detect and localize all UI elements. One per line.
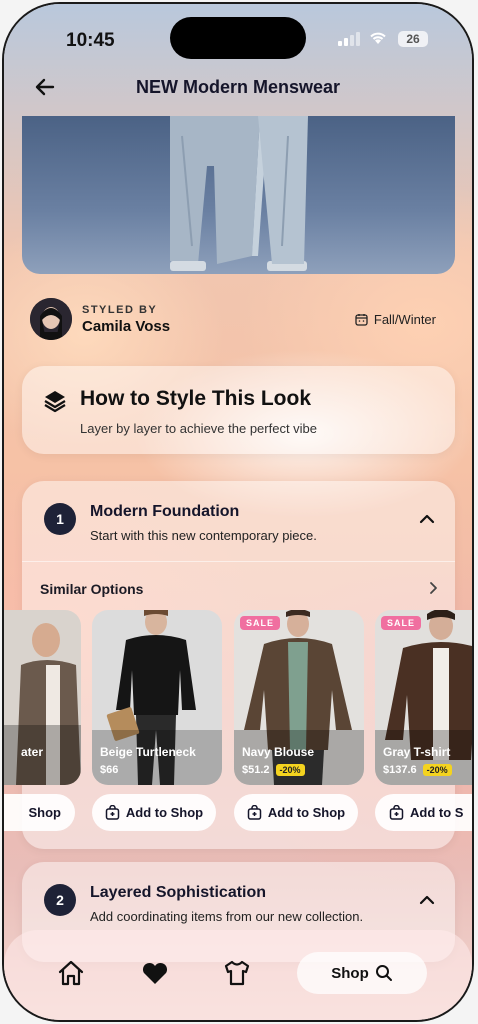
- calendar-icon: [355, 314, 368, 326]
- discount-badge: -20%: [275, 764, 305, 776]
- product-price: $51.2 -20%: [242, 764, 305, 776]
- bag-plus-icon: [105, 805, 120, 820]
- product-price: $66: [100, 764, 119, 776]
- product-card[interactable]: Beige Turtleneck $66: [92, 610, 222, 785]
- nav-header: NEW Modern Menswear: [4, 64, 472, 116]
- search-icon: [375, 965, 392, 981]
- add-to-shop-button[interactable]: Add to Shop: [234, 794, 358, 831]
- chevron-right-icon[interactable]: [425, 580, 441, 596]
- phone-screen: 10:45 26 NEW Modern Menswear STYLED BY C…: [4, 4, 472, 1020]
- discount-badge: -20%: [422, 764, 452, 776]
- similar-options-label: Similar Options: [40, 581, 144, 597]
- status-time: 10:45: [66, 30, 115, 51]
- shop-label: Shop: [331, 964, 369, 982]
- product-card[interactable]: ater: [4, 610, 81, 785]
- battery-icon: 26: [398, 31, 428, 47]
- divider: [22, 561, 455, 562]
- signal-icon: [338, 32, 360, 46]
- chevron-up-icon[interactable]: [417, 509, 437, 529]
- add-to-shop-label: Add to Shop: [125, 805, 204, 820]
- avatar[interactable]: [30, 298, 72, 340]
- price-value: $137.6: [383, 763, 417, 776]
- add-to-shop-label: Add to Shop: [267, 805, 346, 820]
- style-guide-subtitle: Layer by layer to achieve the perfect vi…: [80, 421, 318, 436]
- season-label: Fall/Winter: [373, 312, 436, 327]
- step-title: Modern Foundation: [90, 503, 240, 520]
- step-title: Layered Sophistication: [90, 884, 267, 901]
- style-guide-card: How to Style This Look Layer by layer to…: [22, 366, 455, 454]
- add-to-shop-button[interactable]: Add to Shop: [92, 794, 216, 831]
- product-name: ater: [21, 745, 44, 759]
- page-title: NEW Modern Menswear: [135, 77, 341, 97]
- stylist-row: STYLED BY Camila Voss Fall/Winter: [30, 296, 450, 346]
- tshirt-icon[interactable]: [222, 958, 252, 988]
- product-name: Navy Blouse: [242, 745, 315, 759]
- product-card[interactable]: SALE Navy Blouse $51.2 -20%: [234, 610, 364, 785]
- season-tag: Fall/Winter: [355, 312, 436, 327]
- status-bar: 10:45 26: [4, 4, 472, 64]
- step-subtitle: Add coordinating items from our new coll…: [90, 909, 364, 924]
- jeans-image: [170, 116, 308, 271]
- bottom-tab-bar: Shop: [4, 930, 472, 1020]
- bag-plus-icon: [389, 805, 404, 820]
- product-card[interactable]: SALE Gray T-shirt $137.6 -20%: [375, 610, 472, 785]
- add-to-shop-label: Add to S: [410, 805, 464, 820]
- bag-plus-icon: [247, 805, 262, 820]
- sale-badge: SALE: [381, 616, 422, 630]
- dynamic-island: [170, 17, 306, 59]
- add-to-shop-button[interactable]: Shop: [4, 794, 75, 831]
- stylist-name[interactable]: Camila Voss: [82, 318, 170, 335]
- price-value: $51.2: [242, 763, 270, 776]
- layers-icon: [44, 391, 66, 413]
- hero-image[interactable]: [22, 116, 455, 274]
- style-guide-title: How to Style This Look: [80, 387, 312, 410]
- product-name: Gray T-shirt: [383, 745, 451, 759]
- styled-by-label: STYLED BY: [82, 304, 158, 316]
- heart-icon[interactable]: [140, 958, 170, 988]
- product-price: $137.6 -20%: [383, 764, 452, 776]
- step-subtitle: Start with this new contemporary piece.: [90, 528, 317, 543]
- add-to-shop-button[interactable]: Add to S: [375, 794, 472, 831]
- wifi-icon: [370, 32, 386, 44]
- sale-badge: SALE: [240, 616, 281, 630]
- step-number: 1: [44, 503, 76, 535]
- product-name: Beige Turtleneck: [100, 745, 196, 759]
- home-icon[interactable]: [56, 958, 86, 988]
- add-to-shop-label: Shop: [28, 805, 62, 820]
- shop-search-button[interactable]: Shop: [297, 952, 427, 994]
- step-number: 2: [44, 884, 76, 916]
- step-card-1: 1 Modern Foundation Start with this new …: [4, 481, 472, 849]
- chevron-up-icon[interactable]: [417, 890, 437, 910]
